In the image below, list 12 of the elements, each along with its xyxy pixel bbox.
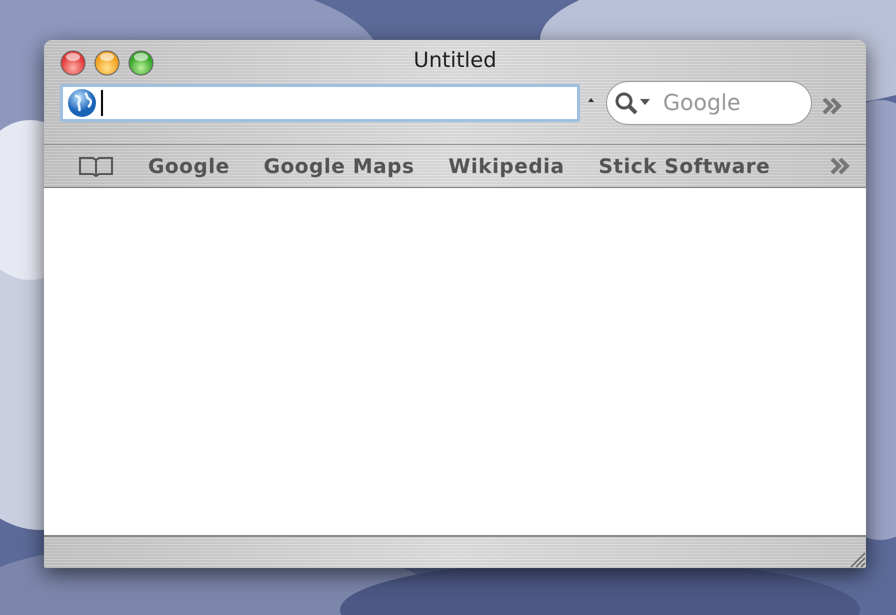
globe-icon	[67, 88, 97, 118]
window-title: Untitled	[413, 48, 497, 72]
bookmark-link[interactable]: Google Maps	[264, 154, 414, 178]
search-field[interactable]: Google	[606, 81, 812, 125]
window-control-icon[interactable]	[128, 50, 154, 76]
bookmark-link[interactable]: Google	[148, 154, 230, 178]
window-control-icon[interactable]	[94, 50, 120, 76]
bookmark-link[interactable]: Stick Software	[598, 154, 770, 178]
address-field[interactable]	[60, 84, 580, 122]
bookmark-link[interactable]: Wikipedia	[448, 154, 564, 178]
window-control-icon[interactable]	[60, 50, 86, 76]
book-icon[interactable]	[78, 155, 114, 177]
